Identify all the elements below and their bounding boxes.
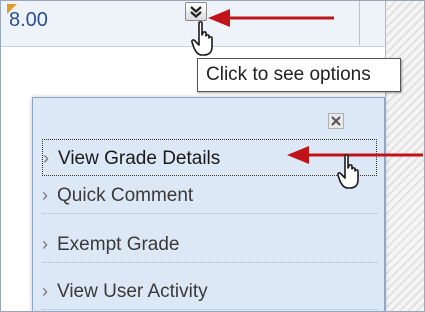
chevron-down-icon — [190, 5, 202, 18]
chevron-right-icon: › — [42, 234, 48, 254]
pointer-hand-icon — [337, 154, 359, 189]
menu-item-label: Exempt Grade — [57, 234, 180, 255]
chevron-right-icon: › — [42, 281, 48, 301]
grade-center-frame: 8.00 Click to see options › View Grade De… — [0, 0, 425, 312]
chevron-right-icon: › — [43, 148, 49, 168]
annotation-arrow-top — [208, 9, 334, 27]
menu-close-button[interactable] — [328, 113, 344, 129]
menu-item-label: Quick Comment — [57, 185, 194, 206]
chevron-right-icon: › — [42, 185, 48, 205]
grade-value: 8.00 — [9, 9, 48, 31]
options-menu-button[interactable] — [185, 2, 207, 21]
menu-item-quick-comment[interactable]: › Quick Comment — [42, 177, 377, 214]
column-divider — [359, 1, 360, 45]
pointer-hand-icon — [191, 21, 213, 56]
menu-item-label: View User Activity — [57, 281, 208, 302]
close-icon — [331, 116, 341, 126]
options-tooltip: Click to see options — [197, 58, 401, 92]
menu-item-label: View Grade Details — [58, 148, 221, 169]
menu-item-view-user-activity[interactable]: › View User Activity — [42, 273, 377, 310]
menu-item-exempt-grade[interactable]: › Exempt Grade — [42, 226, 377, 263]
